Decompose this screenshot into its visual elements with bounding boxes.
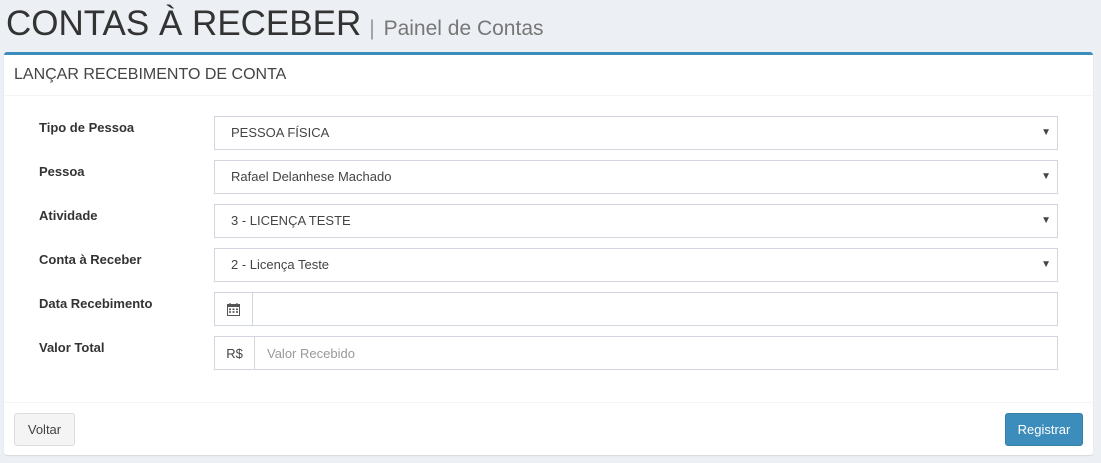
chevron-down-icon: ▼ [1041,215,1051,226]
box-title: LANÇAR RECEBIMENTO DE CONTA [14,66,287,83]
valor-total-input[interactable] [255,336,1058,370]
data-recebimento-row: Data Recebimento [4,292,1093,326]
data-recebimento-label: Data Recebimento [39,296,153,311]
chevron-down-icon: ▼ [1041,259,1051,270]
page-header: CONTAS À RECEBER | Painel de Contas [6,2,544,46]
calendar-icon[interactable] [214,292,253,326]
pessoa-select[interactable]: Rafael Delanhese Machado ▼ [214,160,1058,194]
calendar-icon-svg [227,302,240,316]
form-box: LANÇAR RECEBIMENTO DE CONTA Tipo de Pess… [4,52,1093,455]
conta-receber-value: 2 - Licença Teste [231,257,330,272]
chevron-down-icon: ▼ [1041,127,1051,138]
atividade-label: Atividade [39,208,98,223]
page-title: CONTAS À RECEBER [6,4,362,43]
pessoa-row: Pessoa Rafael Delanhese Machado ▼ [4,160,1093,194]
tipo-pessoa-value: PESSOA FÍSICA [231,125,330,140]
conta-receber-select[interactable]: 2 - Licença Teste ▼ [214,248,1058,282]
pessoa-label: Pessoa [39,164,85,179]
conta-receber-row: Conta à Receber 2 - Licença Teste ▼ [4,248,1093,282]
tipo-pessoa-select[interactable]: PESSOA FÍSICA ▼ [214,116,1058,150]
valor-total-row: Valor Total R$ [4,336,1093,370]
atividade-value: 3 - LICENÇA TESTE [231,213,351,228]
register-button[interactable]: Registrar [1005,413,1083,446]
page-subtitle-text: Painel de Contas [383,17,544,40]
chevron-down-icon: ▼ [1041,171,1051,182]
conta-receber-label: Conta à Receber [39,252,142,267]
atividade-select[interactable]: 3 - LICENÇA TESTE ▼ [214,204,1058,238]
back-button[interactable]: Voltar [14,413,75,446]
currency-addon: R$ [214,336,255,370]
title-separator: | [369,17,375,40]
data-recebimento-group [214,292,1058,326]
tipo-pessoa-row: Tipo de Pessoa PESSOA FÍSICA ▼ [4,116,1093,150]
valor-total-label: Valor Total [39,340,105,355]
pessoa-value: Rafael Delanhese Machado [231,169,392,184]
tipo-pessoa-label: Tipo de Pessoa [39,120,135,135]
box-footer: Voltar Registrar [4,402,1093,455]
valor-total-group: R$ [214,336,1058,370]
data-recebimento-input[interactable] [253,292,1058,326]
box-header: LANÇAR RECEBIMENTO DE CONTA [4,55,1093,96]
page-subtitle: | Painel de Contas [369,7,543,51]
atividade-row: Atividade 3 - LICENÇA TESTE ▼ [4,204,1093,238]
